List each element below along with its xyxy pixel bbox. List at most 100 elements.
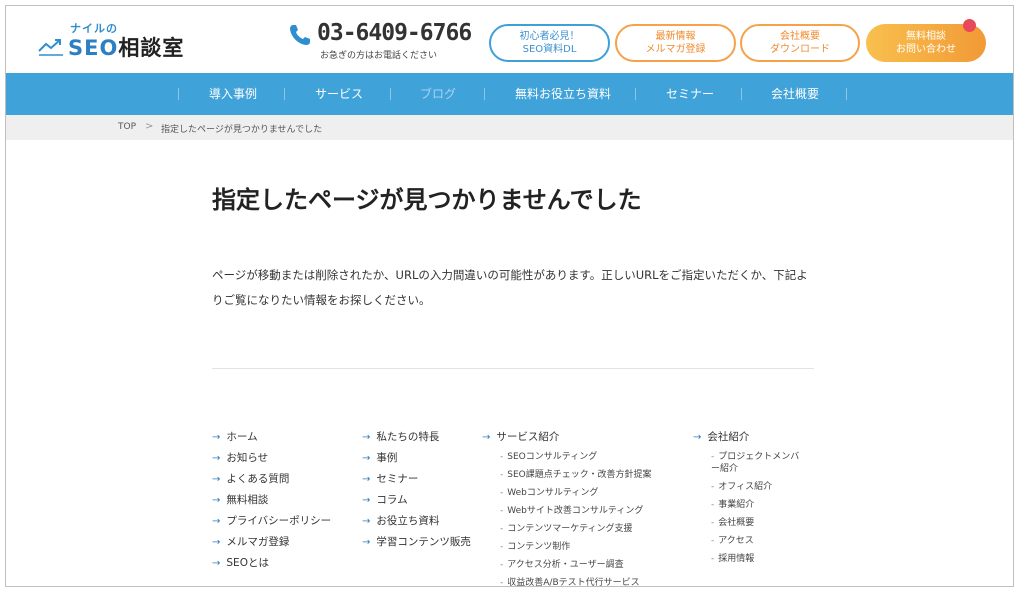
- sitemap-link-cases[interactable]: → 事例: [362, 451, 471, 472]
- sublink-label: SEO課題点チェック・改善方針提案: [507, 470, 652, 480]
- link-label: お役立ち資料: [376, 515, 440, 527]
- dash: -: [500, 524, 504, 534]
- sitemap-link-company[interactable]: → 会社紹介: [693, 430, 808, 451]
- sublink-label: 事業紹介: [718, 500, 755, 510]
- sitemap-sublink[interactable]: - Webコンサルティング: [482, 487, 652, 505]
- sublink-label: 収益改善A/Bテスト代行サービス: [507, 578, 640, 587]
- sitemap-link-seminars[interactable]: → セミナー: [362, 472, 471, 493]
- sitemap-link-learning-content[interactable]: → 学習コンテンツ販売: [362, 535, 471, 556]
- dash: -: [500, 470, 504, 480]
- link-label: セミナー: [376, 473, 419, 485]
- main-nav: 導入事例 サービス ブログ 無料お役立ち資料 セミナー 会社概要: [6, 73, 1013, 115]
- sublink-label: SEOコンサルティング: [507, 452, 598, 462]
- button-line2: お問い合わせ: [896, 44, 956, 55]
- link-label: メルマガ登録: [226, 536, 290, 548]
- newsletter-signup-button[interactable]: 最新情報 メルマガ登録: [615, 24, 736, 62]
- logo-text: SEO相談室: [68, 32, 184, 62]
- button-line2: メルマガ登録: [645, 44, 706, 55]
- sitemap-link-what-is-seo[interactable]: → SEOとは: [212, 556, 331, 577]
- phone-contact[interactable]: 03-6409-6766 お急ぎの方はお電話ください: [288, 20, 472, 64]
- sitemap-link-column[interactable]: → コラム: [362, 493, 471, 514]
- arrow-right-icon: →: [362, 453, 371, 464]
- sitemap-sublink[interactable]: - アクセス分析・ユーザー調査: [482, 559, 652, 577]
- section-divider: [212, 368, 814, 369]
- sublink-label: アクセス: [718, 536, 754, 546]
- sitemap-column-1: → ホーム → お知らせ → よくある質問 → 無料相談 → プライバシーポリシー → メル…: [212, 430, 331, 577]
- arrow-right-icon: →: [693, 432, 702, 443]
- link-label: 事例: [376, 452, 398, 464]
- dash: -: [500, 506, 504, 516]
- arrow-right-icon: →: [362, 495, 371, 506]
- nav-separator: [741, 88, 742, 100]
- nav-item-resources[interactable]: 無料お役立ち資料: [515, 73, 611, 115]
- button-line1: 最新情報: [655, 31, 696, 42]
- link-label: サービス紹介: [496, 431, 560, 443]
- button-line1: 無料相談: [906, 31, 946, 42]
- site-header: ナイルの SEO相談室 03-6409-6766 お急ぎの方はお電話ください 初…: [6, 6, 1013, 73]
- sitemap-sublink[interactable]: - コンテンツ制作: [482, 541, 652, 559]
- dash: -: [711, 554, 715, 564]
- company-profile-download-button[interactable]: 会社概要 ダウンロード: [740, 24, 860, 62]
- link-label: 会社紹介: [707, 431, 750, 443]
- nav-separator: [484, 88, 485, 100]
- link-label: 学習コンテンツ販売: [376, 536, 471, 548]
- sitemap-sublink[interactable]: - アクセス: [693, 535, 808, 547]
- dash: -: [711, 482, 715, 492]
- page-title: 指定したページが見つかりませんでした: [212, 186, 642, 214]
- sitemap-sublink[interactable]: - SEO課題点チェック・改善方針提案: [482, 469, 652, 487]
- breadcrumb: TOP > 指定したページが見つかりませんでした: [6, 115, 1013, 140]
- nav-item-company[interactable]: 会社概要: [771, 73, 819, 115]
- nav-item-seminars[interactable]: セミナー: [666, 73, 714, 115]
- sitemap-sublink[interactable]: - コンテンツマーケティング支援: [482, 523, 652, 541]
- nav-separator: [284, 88, 285, 100]
- sitemap-sublink[interactable]: - 採用情報: [693, 553, 808, 565]
- link-label: コラム: [376, 494, 408, 506]
- sitemap-link-features[interactable]: → 私たちの特長: [362, 430, 471, 451]
- sitemap-link-services[interactable]: → サービス紹介: [482, 430, 652, 451]
- seo-material-download-button[interactable]: 初心者必見！ SEO資料DL: [489, 24, 610, 62]
- sitemap-sublink[interactable]: - オフィス紹介: [693, 481, 808, 493]
- not-found-message: ページが移動または削除されたか、URLの入力間違いの可能性があります。正しいUR…: [212, 268, 808, 307]
- link-label: プライバシーポリシー: [226, 515, 332, 527]
- nav-separator: [390, 88, 391, 100]
- sitemap-link-privacy[interactable]: → プライバシーポリシー: [212, 514, 331, 535]
- sitemap-link-resources[interactable]: → お役立ち資料: [362, 514, 471, 535]
- sitemap-link-news[interactable]: → お知らせ: [212, 451, 331, 472]
- sitemap-link-newsletter[interactable]: → メルマガ登録: [212, 535, 331, 556]
- arrow-right-icon: →: [212, 516, 221, 527]
- sitemap-sublink[interactable]: - 会社概要: [693, 517, 808, 529]
- sitemap-sublink[interactable]: - SEOコンサルティング: [482, 451, 652, 469]
- sitemap-link-home[interactable]: → ホーム: [212, 430, 331, 451]
- link-label: お知らせ: [226, 452, 269, 464]
- arrow-right-icon: →: [212, 495, 221, 506]
- sitemap-link-consultation[interactable]: → 無料相談: [212, 493, 331, 514]
- sublink-label: コンテンツマーケティング支援: [507, 524, 633, 534]
- button-line1: 会社概要: [780, 31, 820, 42]
- button-line2: ダウンロード: [770, 44, 830, 55]
- sitemap-column-2: → 私たちの特長 → 事例 → セミナー → コラム → お役立ち資料 → 学習コンテンツ販…: [362, 430, 471, 556]
- nav-separator: [178, 88, 179, 100]
- nav-item-blog[interactable]: ブログ: [420, 73, 456, 115]
- sitemap-sublink[interactable]: - 事業紹介: [693, 499, 808, 511]
- nav-item-services[interactable]: サービス: [315, 73, 363, 115]
- sitemap-sublink[interactable]: - 収益改善A/Bテスト代行サービス: [482, 577, 652, 587]
- breadcrumb-separator: >: [145, 121, 154, 132]
- sublink-label: アクセス分析・ユーザー調査: [507, 560, 624, 570]
- dash: -: [500, 488, 504, 498]
- dash: -: [500, 452, 504, 462]
- link-label: 無料相談: [226, 494, 269, 506]
- sitemap-sublink[interactable]: - プロジェクトメンバー紹介: [693, 451, 808, 475]
- button-line1: 初心者必見！: [519, 31, 580, 42]
- arrow-right-icon: →: [212, 474, 221, 485]
- link-label: SEOとは: [226, 557, 269, 569]
- dash: -: [711, 500, 715, 510]
- phone-note: お急ぎの方はお電話ください: [320, 51, 438, 61]
- arrow-right-icon: →: [212, 432, 221, 443]
- phone-number[interactable]: 03-6409-6766: [317, 20, 472, 46]
- dash: -: [711, 536, 715, 546]
- sitemap-sublink[interactable]: - Webサイト改善コンサルティング: [482, 505, 652, 523]
- sitemap-link-faq[interactable]: → よくある質問: [212, 472, 331, 493]
- site-logo[interactable]: ナイルの SEO相談室: [38, 20, 183, 62]
- breadcrumb-top-link[interactable]: TOP: [118, 122, 136, 132]
- nav-item-case-studies[interactable]: 導入事例: [209, 73, 257, 115]
